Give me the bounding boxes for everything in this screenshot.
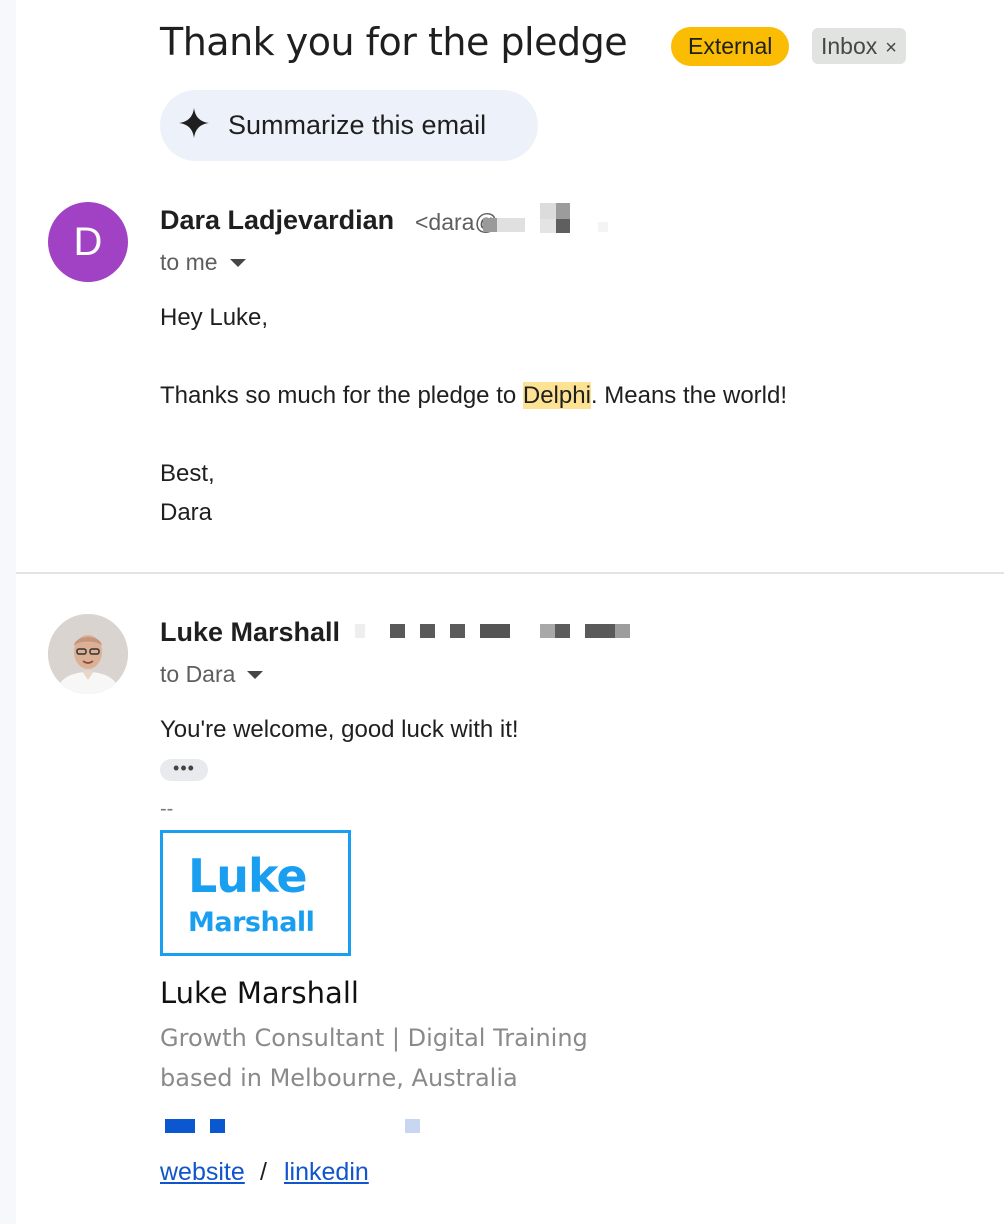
signoff: Best,	[160, 460, 215, 487]
caret-down-icon[interactable]	[247, 670, 264, 679]
inbox-label-text: Inbox	[821, 33, 878, 59]
external-label: External	[671, 27, 790, 66]
signature-separator: --	[160, 798, 174, 820]
email-subject: Thank you for the pledge	[160, 20, 628, 64]
body-text-after: . Means the world!	[590, 382, 788, 409]
summarize-label: Summarize this email	[228, 110, 487, 140]
signature-name: Dara	[160, 499, 213, 526]
recipient-toggle[interactable]: to Dara	[160, 661, 264, 688]
recipient-text: to me	[160, 249, 218, 275]
message-body-line: Thanks so much for the pledge to Delphi.…	[160, 382, 787, 410]
signature-location: based in Melbourne, Australia	[160, 1064, 518, 1092]
link-separator: /	[260, 1158, 267, 1186]
message-divider	[16, 572, 1004, 574]
sparkle-icon	[178, 107, 210, 144]
highlighted-word: Delphi	[522, 382, 591, 409]
logo-text-last: Marshall	[188, 907, 315, 938]
inbox-label[interactable]: Inbox ×	[812, 28, 906, 64]
website-link[interactable]: website	[160, 1158, 245, 1187]
recipient-text: to Dara	[160, 661, 236, 687]
signature-logo: Luke Marshall	[160, 830, 351, 956]
left-rail	[0, 0, 16, 1224]
signature-title: Growth Consultant | Digital Training	[160, 1024, 588, 1052]
sender-avatar[interactable]	[48, 614, 128, 694]
logo-text-first: Luke	[188, 849, 308, 903]
signature-fullname: Luke Marshall	[160, 976, 359, 1010]
recipient-toggle[interactable]: to me	[160, 249, 246, 276]
remove-label-icon[interactable]: ×	[885, 37, 897, 59]
caret-down-icon[interactable]	[229, 258, 246, 267]
sender-name[interactable]: Luke Marshall	[160, 617, 340, 648]
body-text-before: Thanks so much for the pledge to	[160, 382, 523, 409]
sender-avatar[interactable]: D	[48, 202, 128, 282]
reply-text: You're welcome, good luck with it!	[160, 716, 519, 743]
linkedin-link[interactable]: linkedin	[284, 1158, 369, 1187]
sender-name[interactable]: Dara Ladjevardian	[160, 205, 394, 236]
greeting: Hey Luke,	[160, 304, 269, 331]
summarize-button[interactable]: Summarize this email	[160, 90, 538, 161]
show-trimmed-content-button[interactable]: •••	[160, 759, 208, 781]
